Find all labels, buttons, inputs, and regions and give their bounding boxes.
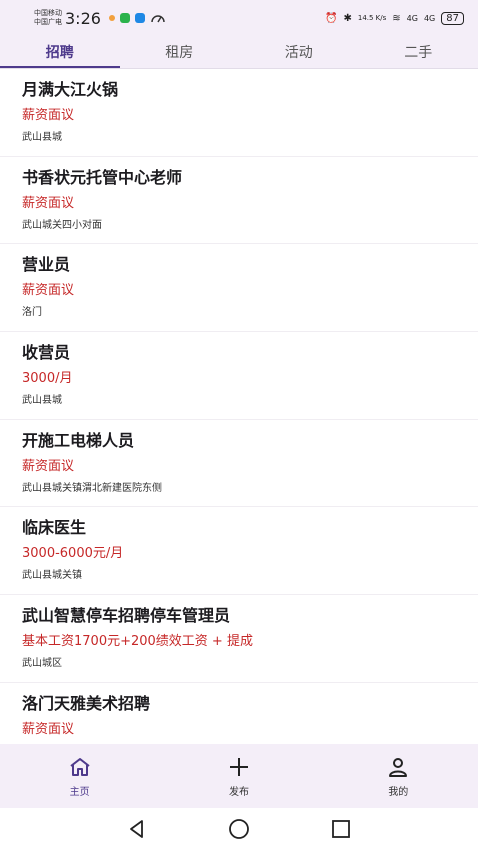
- nav-publish[interactable]: 发布: [159, 744, 318, 808]
- job-card[interactable]: 收营员 3000/月 武山县城: [0, 332, 478, 420]
- job-location: 武山城关四小对面: [22, 219, 102, 231]
- tab-secondhand[interactable]: 二手: [359, 36, 478, 68]
- bluetooth-icon: ✱: [343, 12, 352, 24]
- home-icon: [68, 755, 92, 779]
- notification-icon: [108, 15, 115, 21]
- job-salary: 3000/月: [22, 371, 73, 387]
- job-card[interactable]: 洛门天雅美术招聘 薪资面议: [0, 683, 478, 744]
- job-card[interactable]: 临床医生 3000-6000元/月 武山县城关镇: [0, 507, 478, 596]
- home-circle-icon[interactable]: [228, 818, 250, 840]
- clock: 3:26: [65, 8, 101, 28]
- job-title: 书香状元托管中心老师: [22, 167, 183, 187]
- job-salary: 3000-6000元/月: [22, 546, 124, 562]
- status-bar: 中国移动 中国广电 3:26 ⏰ ✱ 14.5 K/s ≋ 4G 4G 87: [0, 0, 478, 36]
- job-title: 洛门天雅美术招聘: [22, 693, 151, 713]
- job-title: 月满大江火锅: [22, 80, 119, 99]
- battery-level: 87: [441, 11, 464, 25]
- job-card[interactable]: 营业员 薪资面议 洛门: [0, 244, 478, 333]
- system-nav-bar: [0, 808, 478, 850]
- job-location: 武山县城: [22, 132, 62, 143]
- status-indicators: ⏰ ✱ 14.5 K/s ≋ 4G 4G 87: [325, 11, 464, 25]
- wechat-icon: [119, 13, 130, 23]
- alarm-icon: ⏰: [325, 12, 338, 24]
- job-salary: 基本工资1700元+200绩效工资 + 提成: [22, 634, 253, 650]
- job-title: 武山智慧停车招聘停车管理员: [22, 606, 231, 626]
- job-card[interactable]: 开施工电梯人员 薪资面议 武山县城关镇渭北新建医院东侧: [0, 420, 478, 508]
- job-title: 临床医生: [22, 518, 87, 538]
- signal-1: 4G: [406, 13, 418, 23]
- job-salary: 薪资面议: [22, 458, 75, 474]
- job-location: 洛门: [22, 307, 42, 319]
- carrier-1: 中国移动: [34, 9, 62, 17]
- job-card[interactable]: 月满大江火锅 薪资面议 武山县城: [0, 69, 478, 157]
- net-speed: 14.5 K/s: [357, 14, 387, 22]
- gauge-icon: [151, 15, 165, 23]
- job-title: 开施工电梯人员: [22, 430, 135, 450]
- job-salary: 薪资面议: [22, 195, 75, 211]
- nav-publish-label: 发布: [228, 786, 249, 798]
- tab-rental[interactable]: 租房: [120, 36, 240, 68]
- job-location: 武山县城关镇渭北新建医院东侧: [22, 482, 162, 494]
- job-location: 武山县城关镇: [22, 570, 82, 582]
- nav-mine-label: 我的: [388, 786, 409, 798]
- bottom-nav: 主页 发布 我的: [0, 744, 478, 808]
- app-notification-icon: [134, 13, 145, 23]
- job-salary: 薪资面议: [22, 108, 75, 123]
- signal-2: 4G: [423, 13, 436, 23]
- person-icon: [387, 755, 409, 779]
- job-card[interactable]: 武山智慧停车招聘停车管理员 基本工资1700元+200绩效工资 + 提成 武山城…: [0, 595, 478, 683]
- carrier-info: 中国移动 中国广电: [34, 9, 62, 27]
- job-title: 营业员: [22, 255, 71, 275]
- carrier-2: 中国广电: [34, 18, 62, 26]
- nav-home[interactable]: 主页: [0, 744, 159, 808]
- wifi-icon: ≋: [392, 12, 401, 24]
- job-list: 月满大江火锅 薪资面议 武山县城 书香状元托管中心老师 薪资面议 武山城关四小对…: [0, 69, 478, 744]
- job-location: 武山城区: [22, 658, 62, 670]
- job-salary: 薪资面议: [22, 283, 75, 299]
- job-title: 收营员: [22, 343, 71, 363]
- nav-home-label: 主页: [69, 786, 90, 798]
- job-card[interactable]: 书香状元托管中心老师 薪资面议 武山城关四小对面: [0, 157, 478, 245]
- category-tabs: 招聘 租房 活动 二手: [0, 36, 478, 68]
- recents-icon[interactable]: [330, 818, 352, 840]
- tab-recruitment[interactable]: 招聘: [0, 36, 120, 68]
- tab-events[interactable]: 活动: [239, 36, 359, 68]
- plus-icon: [228, 755, 250, 779]
- nav-mine[interactable]: 我的: [319, 744, 478, 808]
- job-salary: 薪资面议: [22, 721, 75, 737]
- back-icon[interactable]: [126, 818, 148, 840]
- job-location: 武山县城: [22, 395, 62, 407]
